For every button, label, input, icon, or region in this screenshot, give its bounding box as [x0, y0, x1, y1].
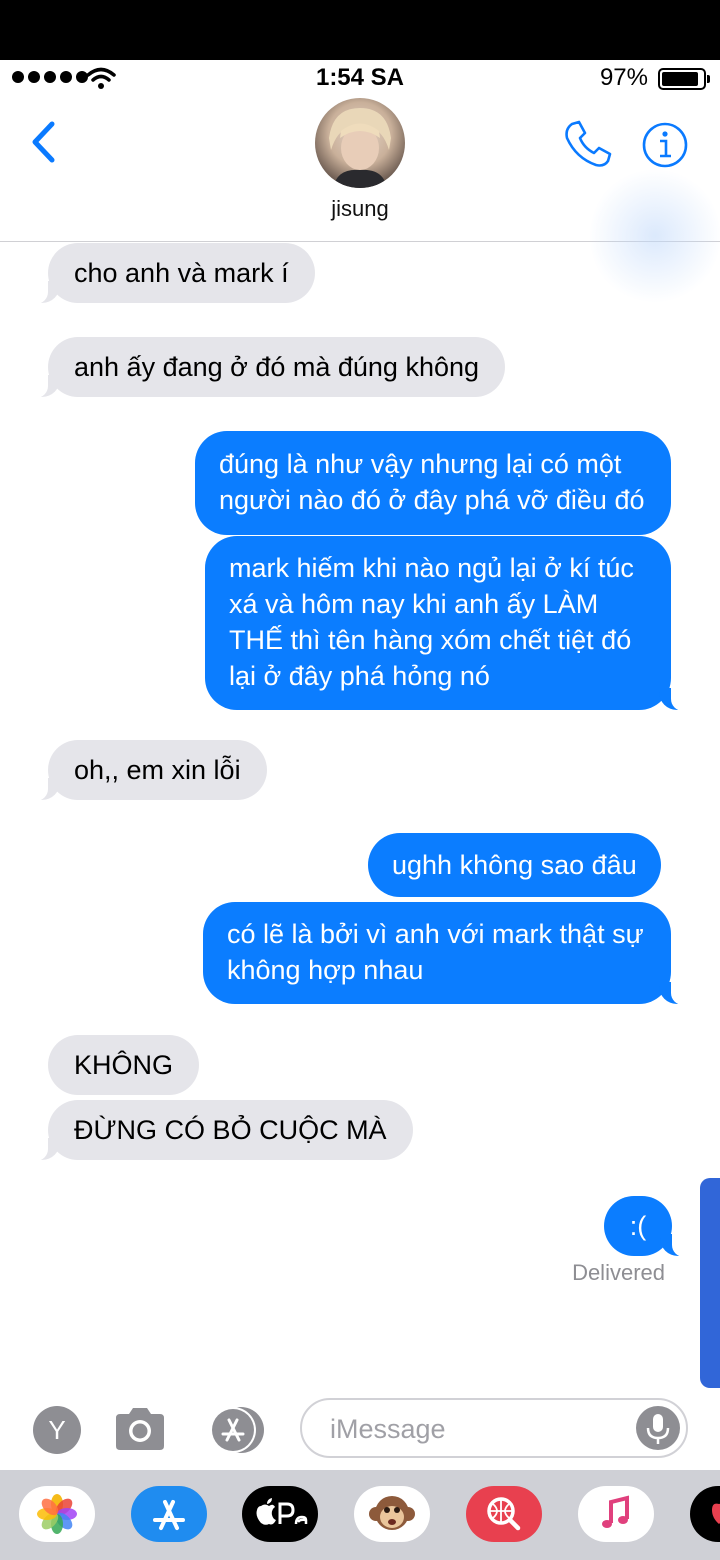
message-text: ĐỪNG CÓ BỎ CUỘC MÀ	[74, 1115, 387, 1145]
outgoing-message[interactable]: có lẽ là bởi vì anh với mark thật sự khô…	[203, 902, 693, 1005]
phone-call-icon[interactable]	[562, 118, 614, 170]
status-bar: 1:54 SA 97%	[0, 60, 720, 96]
message-line: người nào đó ở đây phá vỡ điều đó	[219, 485, 645, 515]
heart-app-icon[interactable]	[690, 1486, 720, 1542]
battery-percentage: 97%	[599, 64, 648, 91]
battery-icon	[658, 68, 710, 90]
microphone-button[interactable]	[636, 1406, 680, 1450]
animoji-monkey-app-icon[interactable]	[354, 1486, 430, 1542]
music-app-icon[interactable]	[578, 1486, 654, 1542]
outgoing-message[interactable]: :(	[604, 1196, 694, 1257]
photos-app-icon[interactable]	[19, 1486, 95, 1542]
incoming-message[interactable]: anh ấy đang ở đó mà đúng không	[25, 337, 506, 398]
message-text: cho anh và mark í	[74, 258, 289, 288]
y-app-button[interactable]: Y	[33, 1406, 81, 1454]
message-line: THẾ thì tên hàng xóm chết tiệt đó	[229, 625, 632, 655]
delivered-status: Delivered	[572, 1260, 665, 1285]
outgoing-message[interactable]: đúng là như vậy nhưng lại có một người n…	[195, 431, 671, 535]
message-input-bar: Y	[0, 1388, 720, 1470]
message-line: không hợp nhau	[227, 955, 424, 985]
app-store-app-icon[interactable]	[131, 1486, 207, 1542]
message-line: mark hiếm khi nào ngủ lại ở kí túc	[229, 553, 634, 583]
message-text: oh,, em xin lỗi	[74, 755, 241, 785]
outgoing-message[interactable]: ughh không sao đâu	[368, 833, 661, 897]
message-text: ughh không sao đâu	[392, 850, 637, 880]
message-line: đúng là như vậy nhưng lại có một	[219, 449, 622, 479]
avatar-portrait-icon	[329, 108, 391, 188]
scrollbar[interactable]	[700, 1178, 720, 1388]
message-line: lại ở đây phá hỏng nó	[229, 661, 490, 691]
contact-avatar[interactable]	[315, 98, 405, 188]
message-text: KHÔNG	[74, 1050, 174, 1080]
camera-icon[interactable]	[112, 1406, 168, 1452]
back-chevron-icon[interactable]	[26, 118, 62, 166]
header-glow	[590, 166, 720, 306]
imessage-field[interactable]	[300, 1398, 688, 1458]
conversation-header: jisung	[0, 96, 720, 306]
app-store-drawer-icon[interactable]	[206, 1406, 268, 1454]
imessage-input[interactable]	[328, 1410, 622, 1448]
incoming-message[interactable]: cho anh và mark í	[26, 243, 315, 304]
contact-name[interactable]: jisung	[0, 196, 720, 222]
message-text: :(	[629, 1211, 647, 1241]
microphone-icon	[646, 1414, 670, 1444]
incoming-message[interactable]: oh,, em xin lỗi	[26, 740, 267, 801]
message-line: có lẽ là bởi vì anh với mark thật sự	[227, 919, 644, 949]
incoming-message[interactable]: ĐỪNG CÓ BỎ CUỘC MÀ	[26, 1100, 413, 1161]
apple-pay-app-icon[interactable]	[242, 1486, 318, 1542]
message-text: anh ấy đang ở đó mà đúng không	[74, 352, 480, 382]
web-search-app-icon[interactable]	[466, 1486, 542, 1542]
message-line: xá và hôm nay khi anh ấy LÀM	[229, 589, 599, 619]
outgoing-message[interactable]: mark hiếm khi nào ngủ lại ở kí túc xá và…	[205, 536, 693, 711]
incoming-message[interactable]: KHÔNG	[48, 1035, 200, 1095]
app-drawer-dock	[0, 1470, 720, 1560]
top-black-bar	[0, 0, 720, 60]
info-icon[interactable]	[640, 120, 690, 170]
